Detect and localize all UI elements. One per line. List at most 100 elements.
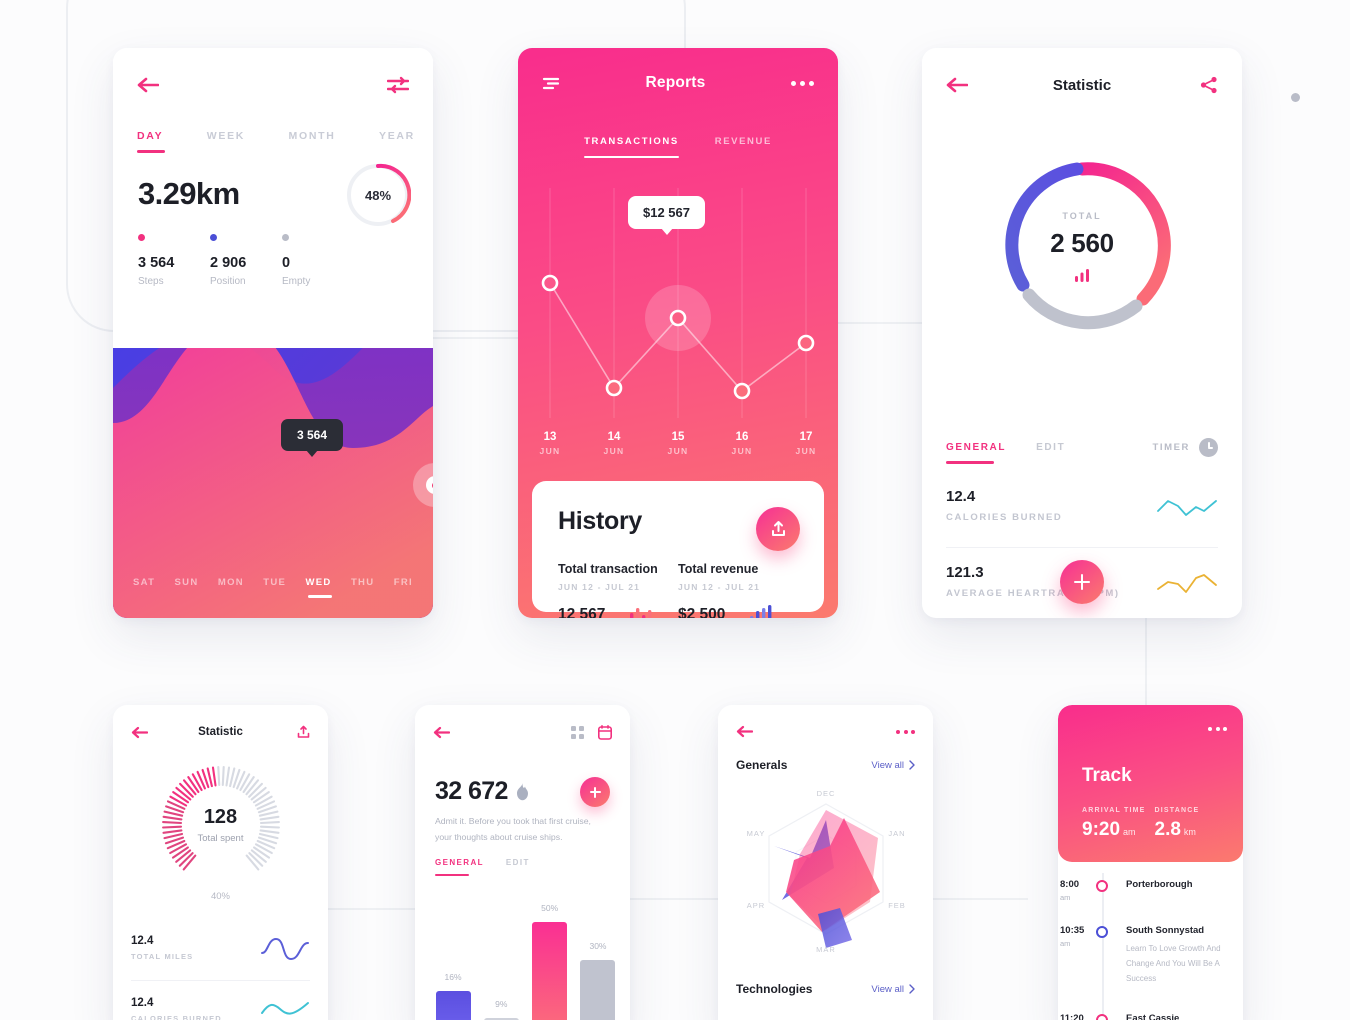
track-hero: Track ARRIVAL TIME 9:20 am DISTANCE 2.8 km bbox=[1058, 705, 1243, 862]
generals-radar-chart: DEC JAN FEB MAR APR MAY bbox=[746, 789, 904, 954]
reports-title: Reports bbox=[645, 74, 706, 91]
date-15[interactable]: 15 JUN bbox=[646, 431, 710, 456]
event-ampm: am bbox=[1060, 893, 1071, 902]
sparkline-teal-icon bbox=[260, 997, 310, 1020]
distance-value: 2.8 km bbox=[1155, 819, 1228, 841]
weekday-selector: SAT SUN MON TUE WED THU FRI bbox=[113, 577, 433, 598]
date-14[interactable]: 14 JUN bbox=[582, 431, 646, 456]
day-sun[interactable]: SUN bbox=[175, 577, 199, 598]
grid-view-icon[interactable] bbox=[571, 726, 584, 739]
day-wed[interactable]: WED bbox=[306, 577, 332, 598]
timeline-event-1[interactable]: 8:00 am Porterborough bbox=[1058, 879, 1233, 902]
stat-empty: 0 Empty bbox=[282, 234, 354, 287]
metric-total-revenue: Total revenue JUN 12 - JUL 21 $2 500 bbox=[678, 562, 798, 618]
svg-text:MAY: MAY bbox=[746, 829, 765, 838]
tab-edit[interactable]: EDIT bbox=[506, 858, 530, 876]
event-detail: Learn To Love Growth And Change And You … bbox=[1126, 944, 1221, 983]
distance-unit: km bbox=[1183, 827, 1196, 837]
metric-row-miles: 12.4 TOTAL MILES bbox=[131, 933, 310, 981]
day-thu[interactable]: THU bbox=[351, 577, 374, 598]
decorative-dot bbox=[1291, 93, 1300, 102]
timeline-marker-blue bbox=[1096, 926, 1108, 938]
sparkline-yellow-icon bbox=[1156, 569, 1218, 595]
back-arrow-icon[interactable] bbox=[433, 726, 450, 739]
more-options-icon[interactable] bbox=[791, 80, 814, 86]
activity-stats: 3 564 Steps 2 906 Position 0 Empty bbox=[138, 234, 413, 287]
timeline-marker-pink bbox=[1096, 880, 1108, 892]
share-export-button[interactable] bbox=[756, 507, 800, 551]
back-arrow-icon[interactable] bbox=[137, 77, 159, 93]
event-time: 10:35 bbox=[1060, 925, 1085, 936]
metric-range: JUN 12 - JUL 21 bbox=[558, 582, 641, 592]
menu-icon[interactable] bbox=[542, 76, 560, 90]
timer-label: TIMER bbox=[1152, 442, 1190, 453]
date-month: JUN bbox=[731, 446, 753, 456]
add-button[interactable] bbox=[580, 777, 610, 807]
timeline-event-2[interactable]: 10:35 am South Sonnystad Learn To Love G… bbox=[1058, 925, 1233, 986]
metric-value: 12.4 bbox=[946, 488, 976, 505]
tab-week[interactable]: WEEK bbox=[207, 130, 245, 153]
event-title: Porterborough bbox=[1126, 879, 1193, 890]
page-title: Statistic bbox=[198, 726, 243, 738]
generals-section-header: Generals View all bbox=[736, 758, 915, 772]
technologies-view-all[interactable]: View all bbox=[871, 984, 915, 995]
stat-position-value: 2 906 bbox=[210, 255, 247, 271]
tab-year[interactable]: YEAR bbox=[379, 130, 415, 153]
metric-label: CALORIES BURNED bbox=[131, 1014, 222, 1020]
date-17[interactable]: 17 JUN bbox=[774, 431, 838, 456]
distance-label: DISTANCE bbox=[1154, 807, 1200, 814]
stat-bullet-blue bbox=[210, 234, 217, 241]
timeline-event-3[interactable]: 11:20 am East Cassie 760 Mitchell Track … bbox=[1058, 1013, 1233, 1020]
generals-card: Generals View all DEC JAN FEB MAR APR MA… bbox=[718, 705, 933, 1020]
bar-group-1: 16% bbox=[433, 972, 473, 1020]
date-month: JUN bbox=[603, 446, 625, 456]
stat-position: 2 906 Position bbox=[210, 234, 282, 287]
add-button[interactable] bbox=[1060, 560, 1104, 604]
date-day: 15 bbox=[671, 431, 685, 443]
tab-general[interactable]: GENERAL bbox=[435, 858, 484, 876]
more-options-icon[interactable] bbox=[896, 729, 915, 734]
bar-label: 9% bbox=[495, 999, 508, 1009]
date-month: JUN bbox=[795, 446, 817, 456]
day-sat[interactable]: SAT bbox=[133, 577, 155, 598]
spent-amount-row: 32 672 bbox=[435, 777, 530, 806]
back-arrow-icon[interactable] bbox=[736, 725, 753, 738]
sparkline-teal-icon bbox=[1156, 493, 1218, 519]
metric-title: Total transaction bbox=[558, 562, 658, 576]
clock-icon[interactable] bbox=[1199, 438, 1218, 457]
tab-general[interactable]: GENERAL bbox=[946, 442, 1006, 464]
tab-day[interactable]: DAY bbox=[137, 130, 166, 153]
day-tue[interactable]: TUE bbox=[263, 577, 286, 598]
stat-steps-value: 3 564 bbox=[138, 255, 175, 271]
view-all-label: View all bbox=[871, 983, 904, 995]
connector-line-h2 bbox=[830, 322, 930, 324]
stat-empty-value: 0 bbox=[282, 255, 291, 271]
filter-sliders-icon[interactable] bbox=[387, 76, 409, 94]
stat-bullet-pink bbox=[138, 234, 145, 241]
day-fri[interactable]: FRI bbox=[394, 577, 413, 598]
stat-empty-label: Empty bbox=[282, 276, 311, 287]
more-options-icon[interactable] bbox=[1208, 727, 1227, 731]
tab-transactions[interactable]: TRANSACTIONS bbox=[584, 136, 679, 158]
bar-label: 16% bbox=[444, 972, 462, 982]
date-13[interactable]: 13 JUN bbox=[518, 431, 582, 456]
tab-month[interactable]: MONTH bbox=[289, 130, 336, 153]
statistic-card: Statistic TOTAL 2 560 GENERAL EDIT TIMER… bbox=[922, 48, 1242, 618]
tab-revenue[interactable]: REVENUE bbox=[715, 136, 772, 158]
spent-tabs: GENERAL EDIT bbox=[435, 858, 530, 876]
spent-card: 32 672 Admit it. Before you took that fi… bbox=[415, 705, 630, 1020]
svg-text:MAR: MAR bbox=[816, 945, 836, 954]
reports-header: Reports bbox=[542, 74, 814, 92]
tab-edit[interactable]: EDIT bbox=[1036, 442, 1065, 464]
generals-view-all[interactable]: View all bbox=[871, 760, 915, 771]
history-panel: History Total transaction JUN 12 - JUL 2… bbox=[532, 481, 824, 618]
bar-sparkline-pink-icon bbox=[630, 605, 656, 618]
date-16[interactable]: 16 JUN bbox=[710, 431, 774, 456]
generals-title: Generals bbox=[736, 758, 788, 772]
day-mon[interactable]: MON bbox=[218, 577, 244, 598]
calendar-icon[interactable] bbox=[598, 725, 612, 740]
chevron-right-icon bbox=[909, 760, 915, 770]
activity-tooltip: 3 564 bbox=[281, 419, 344, 457]
page-title: Statistic bbox=[1052, 76, 1112, 94]
event-time: 8:00 bbox=[1060, 879, 1080, 890]
